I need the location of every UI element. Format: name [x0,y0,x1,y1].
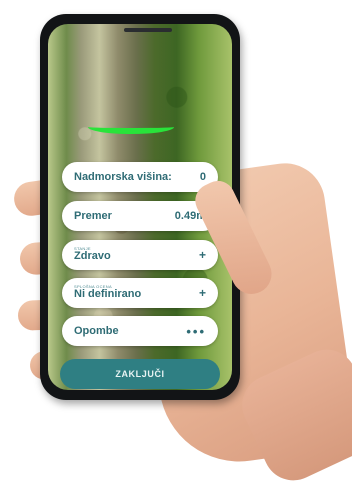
status-select[interactable]: STANJE Zdravo + [62,240,218,270]
phone-notch [124,28,172,32]
measure-arc [88,120,174,134]
category-select[interactable]: SPLOŠNA OCENA Ni definirano + [62,278,218,308]
category-value: Ni definirano [74,288,142,301]
status-value: Zdravo [74,250,111,263]
finish-button[interactable]: ZAKLJUČI [60,359,220,389]
altitude-field: Nadmorska višina: 0 [62,162,218,192]
altitude-label: Nadmorska višina: [74,171,172,183]
category-plus-icon[interactable]: + [199,286,206,300]
altitude-value: 0 [199,171,206,183]
more-options-icon[interactable]: ••• [186,324,206,339]
diameter-field: Premer 0.49m [62,201,218,231]
notes-field[interactable]: Opombe ••• [62,316,218,346]
notes-label: Opombe [74,325,119,337]
diameter-label: Premer [74,210,112,222]
status-plus-icon[interactable]: + [199,248,206,262]
